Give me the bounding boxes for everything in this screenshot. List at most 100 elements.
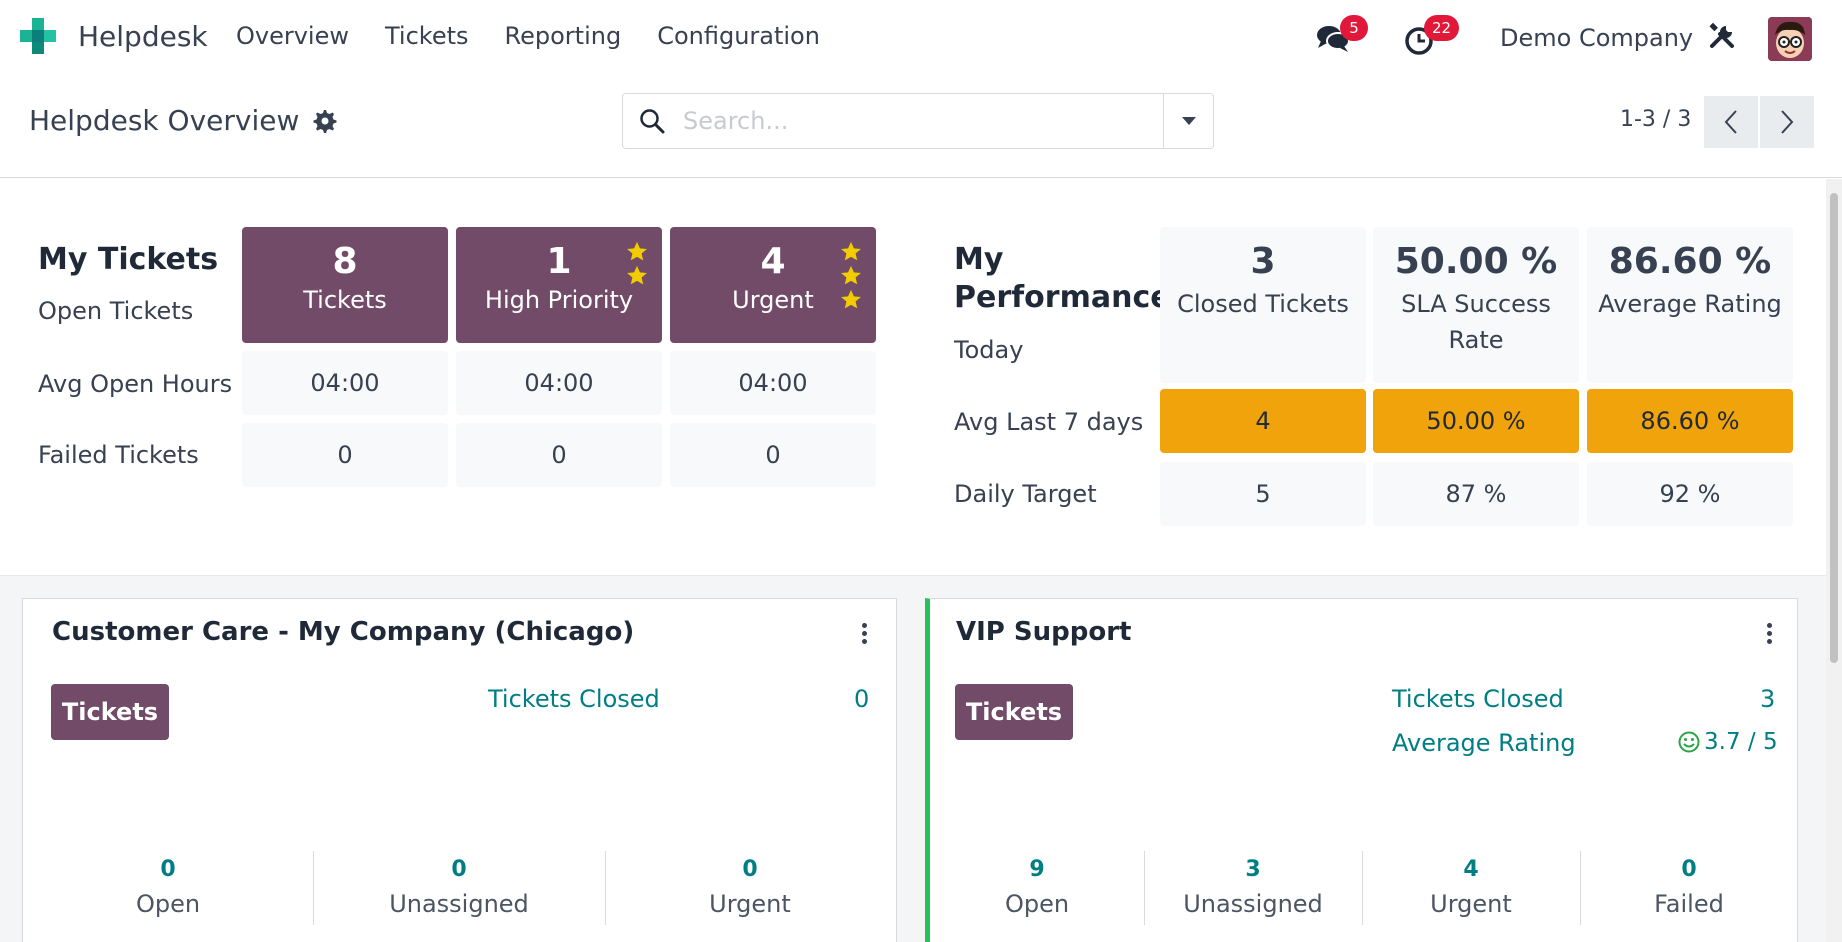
closed-tickets-value: 3 bbox=[1250, 241, 1276, 282]
avg-7-days-closed: 4 bbox=[1160, 389, 1366, 453]
unassigned-stat[interactable]: 3 Unassigned bbox=[1144, 857, 1362, 918]
avg-open-hours-high-priority[interactable]: 04:00 bbox=[456, 351, 662, 415]
avg-7-days-rating: 86.60 % bbox=[1587, 389, 1793, 453]
failed-tickets-high-priority[interactable]: 0 bbox=[456, 423, 662, 487]
failed-tickets-tickets[interactable]: 0 bbox=[242, 423, 448, 487]
search-icon bbox=[640, 109, 665, 134]
kebab-dot-icon bbox=[861, 639, 867, 644]
avg-open-hours-label: Avg Open Hours bbox=[38, 370, 233, 398]
menu-overview[interactable]: Overview bbox=[236, 22, 349, 50]
settings-button[interactable] bbox=[1708, 22, 1738, 54]
star-icon bbox=[841, 289, 861, 309]
team-name[interactable]: Customer Care - My Company (Chicago) bbox=[52, 617, 634, 647]
search-input[interactable] bbox=[683, 107, 1133, 135]
daily-target-rating[interactable]: 92 % bbox=[1587, 462, 1793, 526]
avg-open-hours-urgent[interactable]: 04:00 bbox=[670, 351, 876, 415]
tickets-closed-value[interactable]: 3 bbox=[1760, 685, 1775, 713]
tools-icon bbox=[1709, 22, 1734, 48]
kebab-dot-icon bbox=[861, 623, 867, 628]
today-label: Today bbox=[954, 336, 1024, 364]
perf-closed-tickets: 3 Closed Tickets bbox=[1160, 227, 1366, 383]
scrollbar-thumb[interactable] bbox=[1830, 193, 1838, 663]
sla-success-label: SLA Success Rate bbox=[1401, 290, 1551, 354]
open-stat[interactable]: 0 Open bbox=[23, 857, 313, 918]
company-switcher[interactable]: Demo Company bbox=[1500, 24, 1693, 52]
daily-target-label: Daily Target bbox=[954, 480, 1097, 508]
average-rating-value: 86.60 % bbox=[1608, 241, 1772, 282]
control-panel: Helpdesk Overview 1-3 / 3 bbox=[0, 78, 1842, 178]
my-tickets-urgent-cell[interactable]: 4 Urgent bbox=[670, 227, 876, 343]
tickets-closed-link[interactable]: Tickets Closed bbox=[488, 685, 660, 713]
teams-kanban: Customer Care - My Company (Chicago) Tic… bbox=[0, 575, 1826, 942]
failed-label: Failed bbox=[1654, 890, 1724, 918]
priority-stars bbox=[626, 241, 648, 289]
urgent-stat[interactable]: 4 Urgent bbox=[1362, 857, 1580, 918]
app-brand[interactable]: Helpdesk bbox=[18, 16, 208, 56]
perf-sla-success-rate: 50.00 % SLA Success Rate bbox=[1373, 227, 1579, 383]
tickets-count: 8 bbox=[332, 241, 358, 282]
menu-configuration[interactable]: Configuration bbox=[657, 22, 820, 50]
pager-previous-button[interactable] bbox=[1704, 96, 1758, 148]
urgent-count: 4 bbox=[1463, 857, 1479, 882]
open-label: Open bbox=[135, 890, 201, 918]
closed-tickets-label: Closed Tickets bbox=[1177, 290, 1349, 318]
vertical-scrollbar[interactable] bbox=[1826, 179, 1842, 942]
my-tickets-high-priority-cell[interactable]: 1 High Priority bbox=[456, 227, 662, 343]
caret-down-icon bbox=[1182, 117, 1196, 125]
gear-icon[interactable] bbox=[313, 109, 337, 133]
kebab-dot-icon bbox=[1766, 631, 1772, 636]
chevron-right-icon bbox=[1781, 110, 1794, 134]
open-tickets-label: Open Tickets bbox=[38, 297, 194, 325]
top-navbar: Helpdesk Overview Tickets Reporting Conf… bbox=[0, 0, 1842, 78]
avg-open-hours-tickets[interactable]: 04:00 bbox=[242, 351, 448, 415]
open-count: 9 bbox=[1029, 857, 1045, 882]
my-tickets-title: My Tickets bbox=[38, 242, 219, 277]
chevron-left-icon bbox=[1724, 110, 1737, 134]
tickets-closed-link[interactable]: Tickets Closed bbox=[1392, 685, 1564, 713]
daily-target-closed[interactable]: 5 bbox=[1160, 462, 1366, 526]
pager-value[interactable]: 1-3 / 3 bbox=[1620, 107, 1691, 132]
messages-badge: 5 bbox=[1340, 15, 1368, 41]
team-tickets-button[interactable]: Tickets bbox=[955, 684, 1073, 740]
average-rating-label: Average Rating bbox=[1598, 290, 1782, 318]
avatar-icon bbox=[1768, 17, 1812, 61]
page-title-text: Helpdesk Overview bbox=[29, 104, 300, 137]
menu-reporting[interactable]: Reporting bbox=[505, 22, 622, 50]
avg-7-days-sla: 50.00 % bbox=[1373, 389, 1579, 453]
tickets-closed-value[interactable]: 0 bbox=[854, 685, 869, 713]
average-rating-link[interactable]: Average Rating bbox=[1392, 729, 1576, 757]
search-options-toggle[interactable] bbox=[1164, 94, 1214, 148]
my-tickets-open-cell[interactable]: 8 Tickets bbox=[242, 227, 448, 343]
pager-next-button[interactable] bbox=[1760, 96, 1814, 148]
urgent-count: 0 bbox=[742, 857, 758, 882]
team-tickets-button[interactable]: Tickets bbox=[51, 684, 169, 740]
helpdesk-dashboard: My Tickets Open Tickets Avg Open Hours F… bbox=[0, 179, 1842, 575]
app-name: Helpdesk bbox=[78, 19, 208, 53]
card-menu-button[interactable] bbox=[861, 623, 867, 647]
open-count: 0 bbox=[160, 857, 176, 882]
card-menu-button[interactable] bbox=[1766, 623, 1772, 647]
failed-tickets-urgent[interactable]: 0 bbox=[670, 423, 876, 487]
team-name[interactable]: VIP Support bbox=[956, 617, 1131, 647]
unassigned-count: 3 bbox=[1245, 857, 1261, 882]
unassigned-stat[interactable]: 0 Unassigned bbox=[313, 857, 605, 918]
kebab-dot-icon bbox=[861, 631, 867, 636]
rating-text: 3.7 / 5 bbox=[1704, 729, 1778, 755]
unassigned-label: Unassigned bbox=[389, 890, 529, 918]
open-label: Open bbox=[1004, 890, 1070, 918]
perf-average-rating: 86.60 % Average Rating bbox=[1587, 227, 1793, 383]
failed-stat[interactable]: 0 Failed bbox=[1580, 857, 1798, 918]
team-card: Customer Care - My Company (Chicago) Tic… bbox=[22, 598, 897, 942]
urgent-stat[interactable]: 0 Urgent bbox=[605, 857, 895, 918]
open-stat[interactable]: 9 Open bbox=[930, 857, 1144, 918]
kebab-dot-icon bbox=[1766, 639, 1772, 644]
page-title: Helpdesk Overview bbox=[29, 104, 337, 137]
sla-success-value: 50.00 % bbox=[1394, 241, 1558, 282]
menu-tickets[interactable]: Tickets bbox=[385, 22, 469, 50]
star-icon bbox=[841, 241, 861, 261]
daily-target-sla[interactable]: 87 % bbox=[1373, 462, 1579, 526]
smile-icon bbox=[1678, 731, 1700, 753]
average-rating-value[interactable]: 3.7 / 5 bbox=[1678, 729, 1778, 755]
search-bar bbox=[622, 93, 1214, 149]
user-avatar[interactable] bbox=[1768, 17, 1812, 61]
